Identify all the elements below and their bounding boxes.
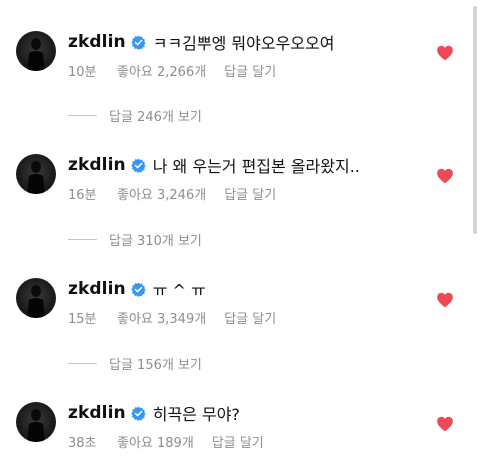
scrollbar[interactable] — [473, 6, 477, 234]
like-count[interactable]: 좋아요 3,349개 — [117, 308, 206, 327]
view-replies-button[interactable]: 답글 156개 보기 — [68, 354, 202, 373]
username[interactable]: zkdlin — [68, 155, 126, 175]
like-count[interactable]: 좋아요 2,266개 — [117, 61, 206, 80]
verified-badge-icon — [131, 158, 146, 173]
view-replies-button[interactable]: 답글 310개 보기 — [68, 230, 202, 249]
comment-time: 16분 — [68, 187, 97, 203]
avatar-silhouette-icon — [27, 38, 45, 71]
comment-time: 10분 — [68, 64, 97, 80]
heart-icon[interactable] — [436, 292, 454, 308]
reply-button[interactable]: 답글 달기 — [224, 61, 276, 80]
view-replies-button[interactable]: 답글 246개 보기 — [68, 106, 202, 125]
avatar-silhouette-icon — [27, 161, 45, 194]
comment-time: 15분 — [68, 311, 97, 327]
reply-button[interactable]: 답글 달기 — [212, 432, 264, 451]
reply-button[interactable]: 답글 달기 — [224, 184, 276, 203]
avatar[interactable] — [16, 278, 56, 318]
view-replies-label: 답글 246개 보기 — [109, 109, 202, 125]
view-replies-label: 답글 156개 보기 — [109, 357, 202, 373]
verified-badge-icon — [131, 406, 146, 421]
comment-time: 38초 — [68, 435, 97, 451]
heart-icon[interactable] — [436, 416, 454, 432]
reply-button[interactable]: 답글 달기 — [224, 308, 276, 327]
username[interactable]: zkdlin — [68, 403, 126, 423]
reply-divider — [68, 114, 97, 116]
verified-badge-icon — [131, 282, 146, 297]
reply-divider — [68, 238, 97, 240]
view-replies-label: 답글 310개 보기 — [109, 233, 202, 249]
avatar[interactable] — [16, 154, 56, 194]
like-count[interactable]: 좋아요 189개 — [117, 432, 194, 451]
heart-icon[interactable] — [436, 168, 454, 184]
verified-badge-icon — [131, 35, 146, 50]
username[interactable]: zkdlin — [68, 32, 126, 52]
heart-icon[interactable] — [436, 45, 454, 61]
avatar[interactable] — [16, 31, 56, 71]
avatar-silhouette-icon — [27, 409, 45, 442]
avatar[interactable] — [16, 402, 56, 442]
username[interactable]: zkdlin — [68, 279, 126, 299]
avatar-silhouette-icon — [27, 285, 45, 318]
comment-text: 나 왜 우는거 편집본 올라왔지.. — [152, 157, 360, 176]
comment-text: ㅠ ^ ㅠ — [152, 281, 206, 300]
comment-text: 히끅은 무야? — [152, 405, 240, 424]
reply-divider — [68, 362, 97, 364]
comment-text: ㅋㅋ김뿌엥 뭐야오우오오여 — [152, 34, 335, 53]
like-count[interactable]: 좋아요 3,246개 — [117, 184, 206, 203]
